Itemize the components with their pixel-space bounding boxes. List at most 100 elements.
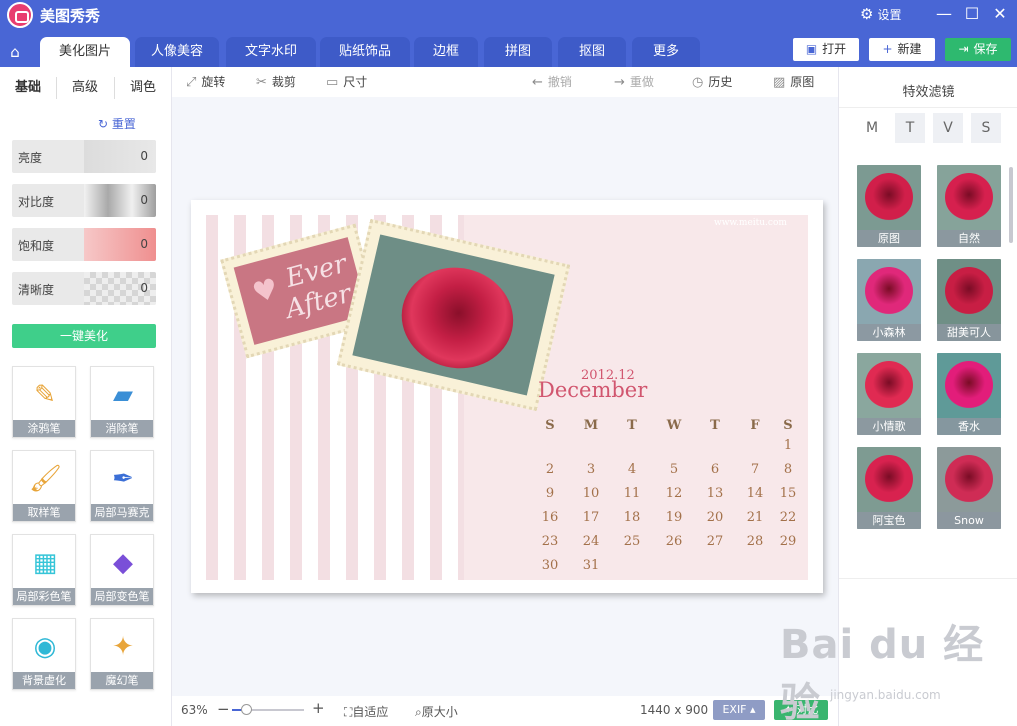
filter-scrollbar[interactable] [1009, 167, 1013, 243]
actual-size-label: 原大小 [421, 705, 458, 719]
original-button[interactable]: ▨ 原图 [773, 73, 814, 90]
filter-tab-s[interactable]: S [971, 113, 1001, 143]
rotate-button[interactable]: ⤢ 旋转 [186, 73, 225, 90]
app-logo-icon [7, 2, 33, 28]
crop-label: 裁剪 [271, 75, 296, 89]
reset-button[interactable]: ↻ 重置 [98, 115, 136, 132]
tab-stickers[interactable]: 贴纸饰品 [320, 37, 410, 67]
filter-thumbnail[interactable]: 自然 [937, 165, 1001, 247]
tool-local-color[interactable]: ▦ 局部彩色笔 [12, 534, 76, 606]
close-button[interactable]: ✕ [988, 2, 1012, 26]
settings-button[interactable]: ⚙ 设置 [860, 5, 901, 23]
filter-thumbnail[interactable]: 阿宝色 [857, 447, 921, 529]
filter-tab-v[interactable]: V [933, 113, 963, 143]
fit-button[interactable]: ⛶自适应 [344, 703, 388, 720]
zoom-out-button[interactable]: − [217, 700, 230, 718]
open-button[interactable]: ▣ 打开 [793, 38, 859, 61]
zoom-in-button[interactable]: + [312, 699, 325, 717]
history-button[interactable]: ◷ 历史 [692, 73, 732, 90]
tool-label: 涂鸦笔 [13, 420, 75, 437]
canvas-area[interactable]: www.meitu.com ♥ Ever After 2012.12 Decem… [172, 97, 838, 696]
calendar-day: 23 [541, 534, 559, 549]
one-key-beautify-button[interactable]: 一键美化 [12, 324, 156, 348]
slider-value: 0 [140, 193, 148, 207]
tab-border[interactable]: 边框 [414, 37, 478, 67]
tab-advanced[interactable]: 高级 [57, 75, 113, 101]
calendar-day: 20 [706, 510, 724, 525]
save-button[interactable]: ⇥ 保存 [945, 38, 1011, 61]
filter-thumbnail[interactable]: 小情歌 [857, 353, 921, 435]
calendar-day: 21 [746, 510, 764, 525]
tab-portrait[interactable]: 人像美容 [135, 37, 219, 67]
filter-thumbnail[interactable]: 甜美可人 [937, 259, 1001, 341]
saturation-slider[interactable]: 饱和度 0 [12, 228, 156, 261]
filter-preview-image [865, 361, 913, 409]
tool-sampler[interactable]: 🖌 取样笔 [12, 450, 76, 522]
new-button[interactable]: + 新建 [869, 38, 935, 61]
sharpness-slider[interactable]: 清晰度 0 [12, 272, 156, 305]
filter-thumbnail[interactable]: 香水 [937, 353, 1001, 435]
caret-up-icon: ▴ [750, 703, 756, 716]
tool-mosaic[interactable]: ✒ 局部马赛克 [90, 450, 154, 522]
tool-local-recolor[interactable]: ◆ 局部变色笔 [90, 534, 154, 606]
filter-thumbnail[interactable]: 原图 [857, 165, 921, 247]
reset-label: 重置 [111, 117, 136, 131]
minimize-button[interactable]: — [932, 2, 956, 26]
filter-preview-image [865, 267, 913, 315]
tab-cutout[interactable]: 抠图 [558, 37, 626, 67]
tab-collage[interactable]: 拼图 [484, 37, 552, 67]
calendar-weekday: F [750, 418, 760, 433]
filter-tab-m[interactable]: M [857, 113, 887, 143]
calendar-month: December [538, 378, 648, 402]
calendar-day: 9 [545, 486, 555, 501]
history-label: 历史 [708, 75, 733, 89]
zoom-slider-handle[interactable] [241, 704, 252, 715]
calendar-day: 12 [665, 486, 683, 501]
filter-preview-image [945, 267, 993, 315]
tab-color[interactable]: 调色 [115, 75, 171, 101]
tool-doodle[interactable]: ✎ 涂鸦笔 [12, 366, 76, 438]
rotate-label: 旋转 [201, 75, 226, 89]
tool-eraser[interactable]: ▰ 消除笔 [90, 366, 154, 438]
tab-beautify[interactable]: 美化图片 [40, 37, 130, 67]
contrast-slider[interactable]: 对比度 0 [12, 184, 156, 217]
calendar-weekday: T [710, 418, 720, 433]
maximize-button[interactable]: ☐ [960, 2, 984, 26]
size-button[interactable]: ▭ 尺寸 [326, 73, 367, 90]
heart-icon: ♥ [248, 271, 282, 310]
tab-more[interactable]: 更多 [632, 37, 700, 67]
filter-tab-t[interactable]: T [895, 113, 925, 143]
status-bar: 63% − + ⛶自适应 ⌕原大小 1440 x 900 EXIF ▴ ✦ 对比 [172, 696, 838, 726]
filter-label: 甜美可人 [937, 324, 1001, 341]
calendar-image[interactable]: www.meitu.com ♥ Ever After 2012.12 Decem… [191, 200, 823, 593]
filter-preview-image [865, 173, 913, 221]
calendar-day: 24 [582, 534, 600, 549]
actual-size-button[interactable]: ⌕原大小 [415, 703, 458, 720]
settings-label: 设置 [877, 8, 902, 22]
calendar-day: 1 [783, 438, 793, 453]
brightness-slider[interactable]: 亮度 0 [12, 140, 156, 173]
undo-button[interactable]: ← 撤销 [532, 73, 572, 90]
slider-value: 0 [140, 237, 148, 251]
tool-label: 魔幻笔 [91, 672, 153, 689]
filter-label: 阿宝色 [857, 512, 921, 529]
tab-text-watermark[interactable]: 文字水印 [226, 37, 316, 67]
redo-button[interactable]: → 重做 [614, 73, 654, 90]
image-icon: ▣ [805, 42, 818, 56]
calendar-day: 10 [582, 486, 600, 501]
filter-thumbnail[interactable]: 小森林 [857, 259, 921, 341]
crop-button[interactable]: ✂ 裁剪 [256, 73, 296, 90]
tool-bg-blur[interactable]: ◉ 背景虚化 [12, 618, 76, 690]
size-label: 尺寸 [343, 75, 368, 89]
filter-preview-image [945, 173, 993, 221]
rose-image [391, 256, 524, 380]
exif-button[interactable]: EXIF ▴ [713, 700, 765, 720]
filter-thumbnail[interactable]: Snow [937, 447, 1001, 529]
calendar-day: 16 [541, 510, 559, 525]
home-tab[interactable]: ⌂ [0, 37, 30, 67]
tab-basic[interactable]: 基础 [0, 75, 56, 101]
color-pattern-icon: ▦ [32, 548, 58, 578]
magnifier-icon: ⌕ [415, 705, 422, 719]
tool-magic-pen[interactable]: ✦ 魔幻笔 [90, 618, 154, 690]
tool-label: 消除笔 [91, 420, 153, 437]
